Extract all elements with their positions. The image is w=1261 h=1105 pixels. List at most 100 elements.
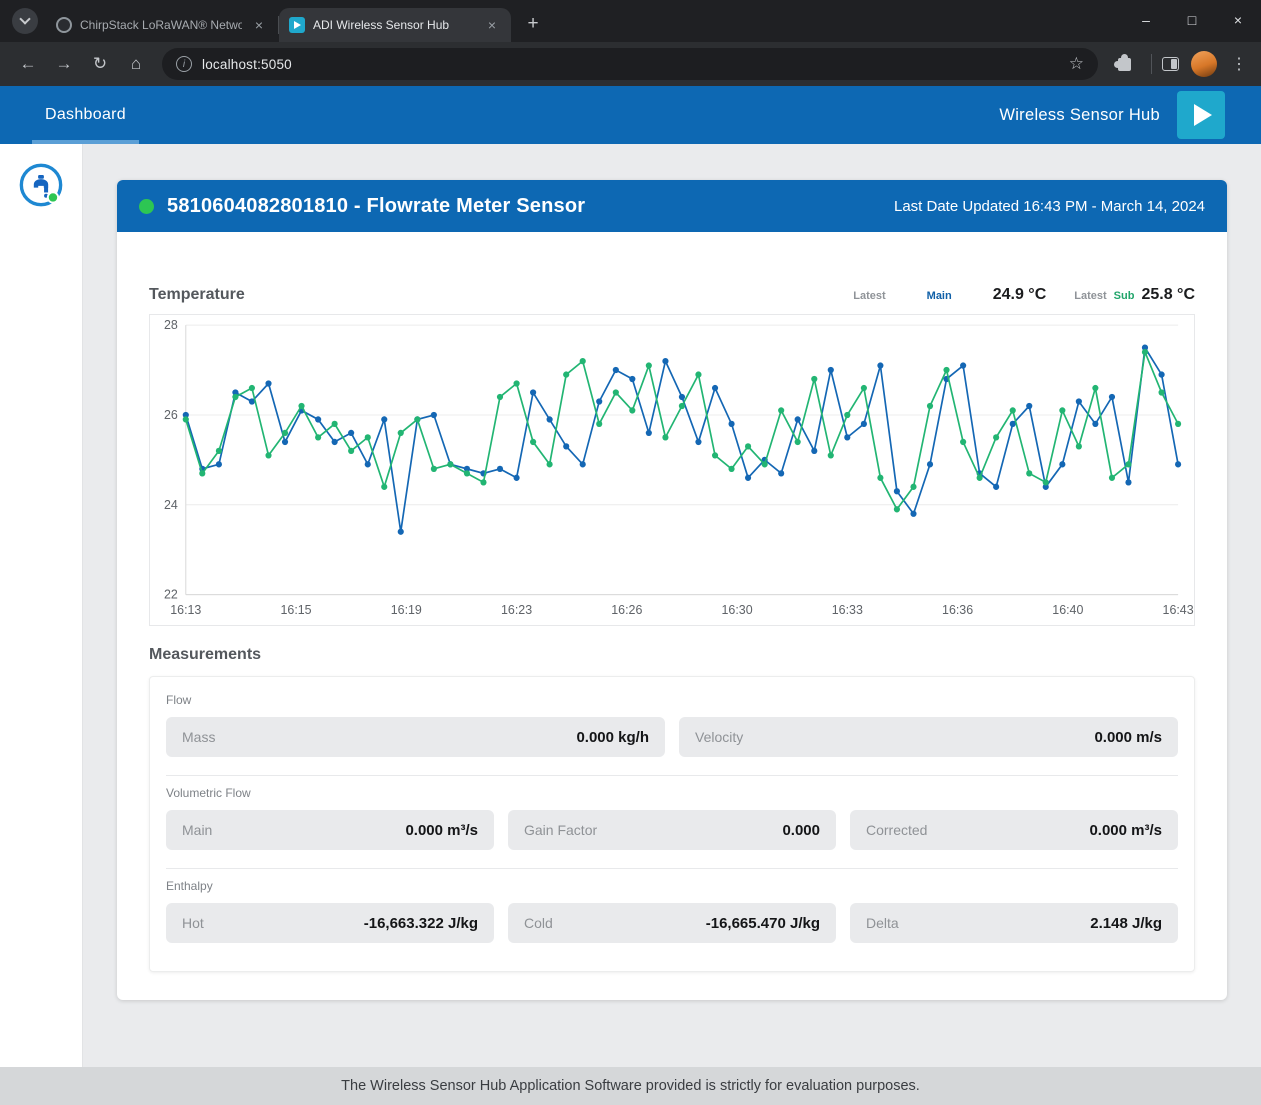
new-tab-button[interactable]: + bbox=[519, 10, 547, 38]
last-updated-text: Last Date Updated 16:43 PM - March 14, 2… bbox=[894, 198, 1205, 215]
group-label: Enthalpy bbox=[166, 879, 1178, 893]
field-label: Main bbox=[182, 822, 212, 838]
flowmeter-device-icon[interactable] bbox=[18, 162, 64, 208]
bookmark-star-icon[interactable]: ☆ bbox=[1069, 54, 1084, 74]
address-bar[interactable]: i localhost:5050 ☆ bbox=[162, 48, 1098, 80]
field-cold: Cold -16,665.470 J/kg bbox=[508, 903, 836, 943]
field-label: Delta bbox=[866, 915, 899, 931]
nav-dashboard-label: Dashboard bbox=[45, 106, 126, 124]
field-value: -16,665.470 J/kg bbox=[706, 915, 820, 932]
evaluation-footer: The Wireless Sensor Hub Application Soft… bbox=[0, 1067, 1261, 1105]
browser-tab-chirpstack[interactable]: ChirpStack LoRaWAN® Networ × bbox=[46, 8, 278, 42]
group-label: Volumetric Flow bbox=[166, 786, 1178, 800]
svg-text:16:15: 16:15 bbox=[281, 603, 312, 617]
play-triangle-icon bbox=[1194, 104, 1212, 126]
screen: ChirpStack LoRaWAN® Networ × ADI Wireles… bbox=[0, 0, 1261, 1105]
group-label: Flow bbox=[166, 693, 1178, 707]
field-label: Hot bbox=[182, 915, 204, 931]
app-navbar: Dashboard Wireless Sensor Hub bbox=[0, 86, 1261, 144]
window-controls: – □ × bbox=[1123, 0, 1261, 40]
svg-text:16:26: 16:26 bbox=[611, 603, 642, 617]
field-gain-factor: Gain Factor 0.000 bbox=[508, 810, 836, 850]
field-delta: Delta 2.148 J/kg bbox=[850, 903, 1178, 943]
maximize-button[interactable]: □ bbox=[1169, 0, 1215, 40]
app-title: Wireless Sensor Hub bbox=[999, 106, 1160, 125]
nav-dashboard-link[interactable]: Dashboard bbox=[32, 86, 139, 144]
tab-title: ADI Wireless Sensor Hub bbox=[313, 18, 475, 32]
browser-menu-icon[interactable]: ⋮ bbox=[1229, 54, 1249, 74]
reload-button[interactable]: ↻ bbox=[84, 48, 116, 80]
close-button[interactable]: × bbox=[1215, 0, 1261, 40]
svg-text:24: 24 bbox=[164, 498, 178, 512]
tab-search-button[interactable] bbox=[12, 8, 38, 34]
measure-group-volumetric-flow: Volumetric Flow Main 0.000 m³/s Gain Fac… bbox=[166, 775, 1178, 868]
main-latest-value: 24.9 °C bbox=[993, 286, 1047, 304]
field-value: 0.000 m³/s bbox=[1089, 822, 1162, 839]
sub-latest-value: 25.8 °C bbox=[1141, 286, 1195, 304]
temperature-heading: Temperature bbox=[149, 286, 245, 304]
browser-toolbar: ← → ↻ ⌂ i localhost:5050 ☆ ⋮ bbox=[0, 42, 1261, 86]
svg-text:16:36: 16:36 bbox=[942, 603, 973, 617]
profile-avatar[interactable] bbox=[1191, 51, 1217, 77]
chevron-down-icon bbox=[19, 13, 30, 24]
play-triangle-icon bbox=[294, 21, 301, 29]
field-mass: Mass 0.000 kg/h bbox=[166, 717, 665, 757]
browser-tabstrip: ChirpStack LoRaWAN® Networ × ADI Wireles… bbox=[0, 0, 1261, 42]
adi-logo bbox=[1177, 91, 1225, 139]
sidebar bbox=[0, 144, 83, 1067]
status-online-dot bbox=[139, 199, 154, 214]
temperature-legend: Latest Main 24.9 °C Latest Sub 25.8 °C bbox=[853, 254, 1195, 304]
nav-active-underline bbox=[32, 140, 139, 144]
svg-text:28: 28 bbox=[164, 318, 178, 332]
adi-favicon bbox=[289, 17, 305, 33]
svg-text:16:23: 16:23 bbox=[501, 603, 532, 617]
browser-tab-adi[interactable]: ADI Wireless Sensor Hub × bbox=[279, 8, 511, 42]
tab-close-icon[interactable]: × bbox=[250, 16, 268, 34]
svg-text:16:30: 16:30 bbox=[722, 603, 753, 617]
minimize-button[interactable]: – bbox=[1123, 0, 1169, 40]
field-velocity: Velocity 0.000 m/s bbox=[679, 717, 1178, 757]
field-value: 0.000 bbox=[782, 822, 820, 839]
app-body: 5810604082801810 - Flowrate Meter Sensor… bbox=[0, 144, 1261, 1067]
back-button[interactable]: ← bbox=[12, 48, 44, 80]
navbar-right: Wireless Sensor Hub bbox=[999, 91, 1225, 139]
svg-text:16:40: 16:40 bbox=[1052, 603, 1083, 617]
home-button[interactable]: ⌂ bbox=[120, 48, 152, 80]
field-label: Corrected bbox=[866, 822, 927, 838]
field-value: 2.148 J/kg bbox=[1090, 915, 1162, 932]
extensions-icon[interactable] bbox=[1118, 58, 1131, 71]
svg-text:16:33: 16:33 bbox=[832, 603, 863, 617]
measure-group-flow: Flow Mass 0.000 kg/h Velocity 0.000 m/s bbox=[166, 683, 1178, 775]
field-volumetric-main: Main 0.000 m³/s bbox=[166, 810, 494, 850]
measurements-panel: Flow Mass 0.000 kg/h Velocity 0.000 m/s bbox=[149, 676, 1195, 972]
device-title: 5810604082801810 - Flowrate Meter Sensor bbox=[167, 195, 585, 218]
field-corrected: Corrected 0.000 m³/s bbox=[850, 810, 1178, 850]
device-card-body: Temperature Latest Main 24.9 °C Latest S… bbox=[117, 232, 1227, 1000]
device-card: 5810604082801810 - Flowrate Meter Sensor… bbox=[117, 180, 1227, 1000]
side-panel-icon[interactable] bbox=[1162, 57, 1179, 71]
url-text[interactable]: localhost:5050 bbox=[202, 57, 1059, 72]
chirpstack-favicon bbox=[56, 17, 72, 33]
field-label: Gain Factor bbox=[524, 822, 597, 838]
temperature-chart: 2224262816:1316:1516:1916:2316:2616:3016… bbox=[150, 315, 1194, 625]
site-info-icon[interactable]: i bbox=[176, 56, 192, 72]
device-card-header: 5810604082801810 - Flowrate Meter Sensor… bbox=[117, 180, 1227, 232]
svg-text:16:43: 16:43 bbox=[1163, 603, 1194, 617]
field-label: Mass bbox=[182, 729, 215, 745]
latest-label: Latest bbox=[853, 290, 885, 302]
field-label: Velocity bbox=[695, 729, 743, 745]
tab-close-icon[interactable]: × bbox=[483, 16, 501, 34]
browser-tabs: ChirpStack LoRaWAN® Networ × ADI Wireles… bbox=[46, 0, 547, 42]
svg-text:26: 26 bbox=[164, 408, 178, 422]
forward-button[interactable]: → bbox=[48, 48, 80, 80]
field-value: -16,663.322 J/kg bbox=[364, 915, 478, 932]
sub-series-label: Sub bbox=[1114, 290, 1135, 302]
footer-text: The Wireless Sensor Hub Application Soft… bbox=[341, 1078, 920, 1094]
fields-row: Mass 0.000 kg/h Velocity 0.000 m/s bbox=[166, 717, 1178, 757]
toolbar-divider bbox=[1151, 54, 1152, 74]
svg-text:16:19: 16:19 bbox=[391, 603, 422, 617]
latest-label: Latest bbox=[1074, 290, 1106, 302]
field-hot: Hot -16,663.322 J/kg bbox=[166, 903, 494, 943]
field-value: 0.000 m³/s bbox=[405, 822, 478, 839]
tab-title: ChirpStack LoRaWAN® Networ bbox=[80, 18, 242, 32]
